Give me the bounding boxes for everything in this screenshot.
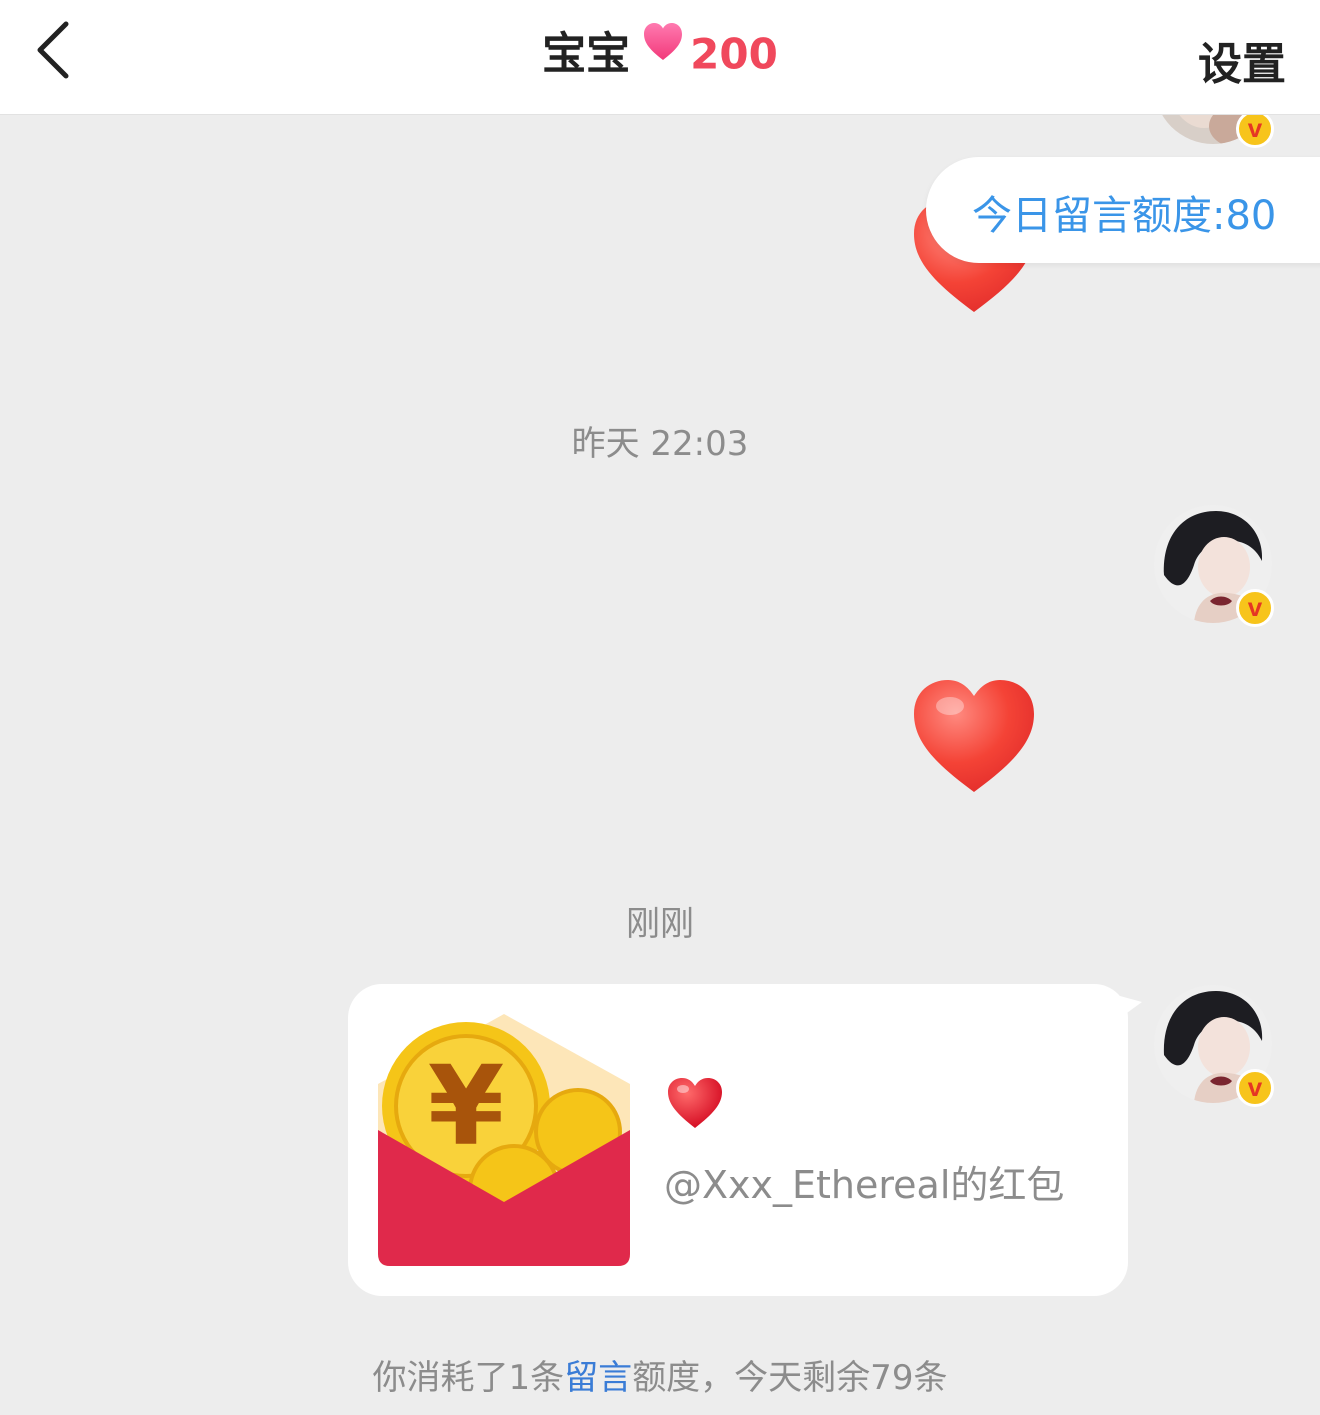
message-quota-pill[interactable]: 今日留言额度:80 bbox=[926, 157, 1320, 263]
notice-text: 你消耗了1条 bbox=[372, 1358, 565, 1398]
red-packet-message[interactable]: ¥ @Xxx_Ethereal的红包 bbox=[348, 984, 1128, 1296]
message-link[interactable]: 留言 bbox=[564, 1358, 632, 1398]
message-quota-text: 今日留言额度:80 bbox=[972, 193, 1277, 239]
top-bar: 宝宝 200 设置 bbox=[0, 0, 1320, 115]
settings-button[interactable]: 设置 bbox=[1198, 28, 1286, 92]
quota-consumed-notice: 你消耗了1条留言额度，今天剩余79条 bbox=[0, 1350, 1320, 1399]
verified-badge-icon: v bbox=[1236, 1069, 1274, 1107]
timestamp: 昨天 22:03 bbox=[571, 424, 749, 464]
heart-sticker-icon[interactable] bbox=[910, 676, 1038, 798]
verified-badge-icon: v bbox=[1236, 589, 1274, 627]
notice-text: 额度，今天剩余79条 bbox=[632, 1358, 948, 1398]
red-packet-sender: @Xxx_Ethereal的红包 bbox=[664, 1163, 1065, 1207]
heart-icon bbox=[642, 22, 684, 87]
timestamp: 刚刚 bbox=[626, 904, 694, 944]
red-packet-icon: ¥ bbox=[378, 1014, 630, 1266]
verified-badge-icon: v bbox=[1236, 110, 1274, 148]
bubble-tail bbox=[1120, 996, 1142, 1018]
avatar[interactable]: v bbox=[1154, 505, 1274, 627]
intimacy-count: 200 bbox=[690, 29, 778, 79]
chat-title: 宝宝 200 bbox=[0, 22, 1320, 82]
avatar[interactable]: v bbox=[1154, 985, 1274, 1107]
contact-name: 宝宝 bbox=[542, 28, 631, 80]
heart-emoji-icon bbox=[668, 1078, 722, 1128]
